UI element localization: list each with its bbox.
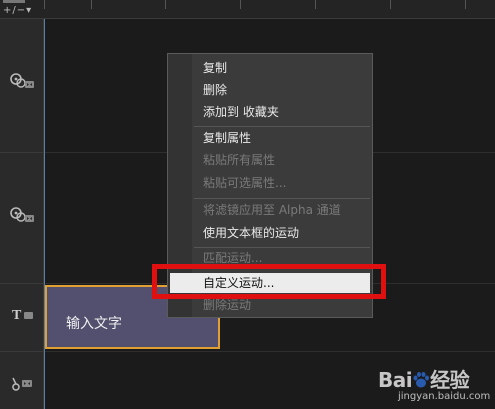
menu-item-delete-motion: 删除运动 <box>203 298 252 312</box>
track-header-title[interactable]: T <box>0 284 43 352</box>
menu-separator <box>194 126 370 127</box>
lane-divider <box>44 351 495 352</box>
menu-item-use-textbox-motion[interactable]: 使用文本框的运动 <box>203 225 299 241</box>
watermark-brand: Bai 经验 <box>378 364 470 393</box>
ruler-handle[interactable] <box>3 0 25 3</box>
track-header-audio[interactable] <box>0 352 43 409</box>
menu-separator <box>194 247 370 248</box>
video-overlay-track-icon[interactable] <box>8 72 36 92</box>
watermark-url: jingyan.baidu.com <box>398 391 491 402</box>
menu-separator <box>194 198 370 199</box>
track-header-column: T <box>0 19 44 409</box>
highlight-annotation-box <box>152 264 386 299</box>
menu-item-add-to-favorites[interactable]: 添加到 收藏夹 <box>203 104 279 120</box>
zoom-control[interactable]: +/−▾ <box>3 5 32 16</box>
ruler-tick <box>240 0 241 9</box>
ruler-tick <box>315 0 316 9</box>
menu-item-copy-attributes[interactable]: 复制属性 <box>203 130 251 146</box>
ruler-tick <box>44 0 45 9</box>
playhead-line[interactable] <box>44 19 45 409</box>
title-track-icon[interactable]: T <box>8 308 36 328</box>
audio-track-icon[interactable] <box>8 374 36 394</box>
watermark-brand-right: 经验 <box>430 368 470 392</box>
menu-item-copy[interactable]: 复制 <box>203 60 227 76</box>
ruler-tick <box>465 0 466 9</box>
ruler-tick <box>91 0 92 9</box>
title-track-glyph: T <box>12 308 22 323</box>
ruler-tick <box>165 0 166 9</box>
title-track-badge <box>24 312 33 319</box>
menu-item-apply-filter-alpha: 将滤镜应用至 Alpha 通道 <box>203 203 341 217</box>
menu-item-paste-selected-attributes: 粘贴可选属性... <box>203 176 287 190</box>
baidu-watermark: Bai 经验 jingyan.baidu.com <box>378 360 490 406</box>
paw-icon <box>413 372 430 388</box>
menu-item-delete[interactable]: 删除 <box>203 82 227 98</box>
timeline-ruler[interactable]: +/−▾ <box>0 0 495 19</box>
title-clip-label: 输入文字 <box>66 316 122 332</box>
watermark-brand-left: Bai <box>378 368 413 392</box>
menu-item-paste-all-attributes: 粘贴所有属性 <box>203 153 276 167</box>
ruler-tick <box>390 0 391 9</box>
video-overlay-track-icon[interactable] <box>8 206 36 226</box>
track-header-overlay-1[interactable] <box>0 19 43 153</box>
track-header-overlay-2[interactable] <box>0 153 43 284</box>
